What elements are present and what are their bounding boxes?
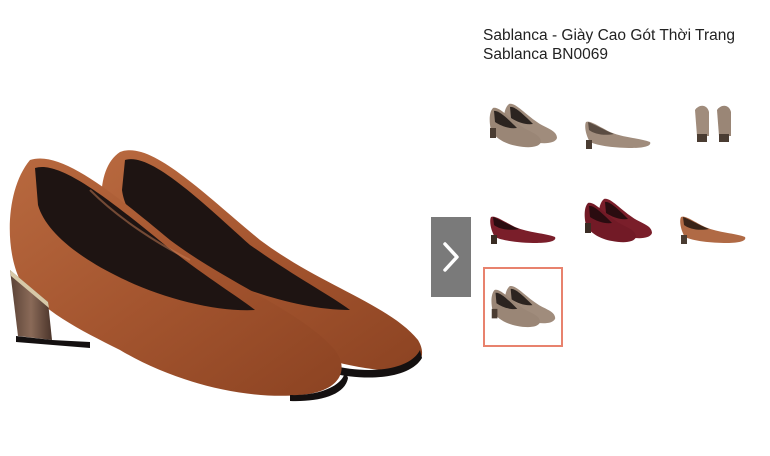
chevron-right-icon	[443, 242, 459, 272]
thumbnail-image	[584, 198, 652, 243]
thumbnail-3[interactable]	[673, 86, 753, 166]
thumbnail-1[interactable]	[483, 86, 563, 166]
thumbnail-7[interactable]	[483, 267, 563, 347]
thumbnail-image	[585, 121, 651, 149]
shoe-pair-illustration	[9, 150, 423, 402]
thumbnail-image	[489, 103, 557, 148]
next-image-button[interactable]	[431, 217, 471, 297]
thumbnail-5[interactable]	[578, 181, 658, 261]
thumbnail-image	[491, 285, 556, 328]
thumbnail-image	[680, 216, 746, 244]
thumbnail-image	[490, 216, 556, 244]
main-product-image	[0, 40, 430, 440]
thumbnail-2[interactable]	[578, 86, 658, 166]
thumbnail-image	[695, 105, 731, 142]
product-title: Sablanca - Giày Cao Gót Thời Trang Sabla…	[483, 27, 735, 63]
thumbnail-6[interactable]	[673, 181, 753, 261]
thumbnail-4[interactable]	[483, 181, 563, 261]
thumbnail-gallery	[483, 86, 763, 356]
